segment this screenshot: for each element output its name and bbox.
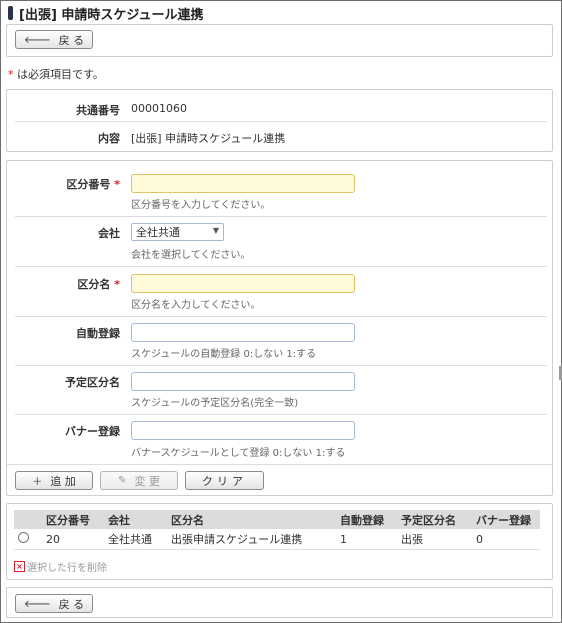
form-divider	[15, 316, 547, 317]
required-note: * は必須項目です。	[8, 66, 104, 82]
schedule-type-hint: スケジュールの予定区分名(完全一致)	[131, 398, 299, 409]
field-label-company: 会社	[98, 227, 120, 240]
back-button-label: 戻 る	[58, 597, 85, 611]
pencil-icon: ✎	[118, 475, 127, 486]
arrow-left-icon: 🡐	[23, 34, 51, 46]
form-divider	[15, 216, 547, 217]
column-header: バナー登録	[472, 510, 540, 529]
content-label: 内容	[98, 132, 120, 145]
cell-company: 全社共通	[104, 529, 167, 550]
company-select[interactable]: 全社共通 ▼	[131, 223, 224, 241]
back-button-bottom[interactable]: 🡐 戻 る	[15, 594, 93, 613]
column-header: 区分名	[167, 510, 336, 529]
required-mark: *	[114, 178, 120, 191]
cell-kubun-no: 20	[42, 529, 104, 550]
column-header: 区分番号	[42, 510, 104, 529]
column-header: 自動登録	[336, 510, 397, 529]
clear-button[interactable]: クリア	[185, 471, 264, 490]
delete-selected-link[interactable]: × 選択した行を削除	[14, 559, 107, 574]
cell-auto-register: 1	[336, 529, 397, 550]
row-select-cell[interactable]	[14, 529, 42, 550]
form-divider	[15, 365, 547, 366]
form-divider	[15, 414, 547, 415]
common-no-label: 共通番号	[76, 104, 120, 117]
back-button-top[interactable]: 🡐 戻 る	[15, 30, 93, 49]
page-header: [出張] 申請時スケジュール連携	[8, 4, 204, 23]
edit-button[interactable]: ✎ 変 更	[100, 471, 178, 490]
bottom-button-bar: 🡐 戻 る	[6, 587, 553, 618]
cell-kubun-name: 出張申請スケジュール連携	[167, 529, 336, 550]
page-title: [出張] 申請時スケジュール連携	[19, 7, 204, 23]
arrow-left-icon: 🡐	[23, 598, 51, 610]
cell-schedule-type: 出張	[397, 529, 472, 550]
field-label-kubun-name: 区分名 *	[7, 276, 120, 292]
banner-register-hint: バナースケジュールとして登録 0:しない 1:する	[131, 448, 346, 459]
delete-x-icon: ×	[14, 561, 25, 572]
info-panel: 共通番号 00001060 内容 [出張] 申請時スケジュール連携	[6, 89, 553, 152]
field-label-text: 区分名	[77, 278, 111, 291]
auto-register-hint: スケジュールの自動登録 0:しない 1:する	[131, 349, 317, 360]
kubun-name-hint: 区分名を入力してください。	[131, 300, 261, 311]
schedule-type-input[interactable]	[131, 372, 355, 391]
field-label-kubun-no: 区分番号 *	[7, 176, 120, 192]
required-note-text: は必須項目です。	[13, 68, 104, 81]
field-label-text: 区分番号	[66, 178, 111, 191]
column-header: 予定区分名	[397, 510, 472, 529]
kubun-no-input[interactable]	[131, 174, 355, 193]
form-divider	[7, 464, 552, 465]
field-label-banner-register: バナー登録	[65, 425, 120, 438]
dropdown-arrow-icon: ▼	[212, 226, 219, 235]
table-row[interactable]: 20 全社共通 出張申請スケジュール連携 1 出張 0	[14, 529, 540, 550]
auto-register-input[interactable]	[131, 323, 355, 342]
edit-button-label: 変 更	[134, 474, 160, 488]
field-label-schedule-type: 予定区分名	[65, 376, 120, 389]
table-header-row: 区分番号 会社 区分名 自動登録 予定区分名 バナー登録	[14, 510, 540, 529]
title-marker-icon	[8, 6, 13, 20]
kubun-name-input[interactable]	[131, 274, 355, 293]
company-select-value: 全社共通	[136, 226, 180, 239]
cell-banner-register: 0	[472, 529, 540, 550]
form-divider	[15, 266, 547, 267]
column-header: 会社	[104, 510, 167, 529]
top-button-bar: 🡐 戻 る	[6, 24, 553, 57]
delete-selected-label: 選択した行を削除	[27, 563, 107, 574]
form-panel: 区分番号 * 区分番号を入力してください。 会社 全社共通 ▼ 会社を選択してく…	[6, 160, 553, 496]
kubun-no-hint: 区分番号を入力してください。	[131, 200, 271, 211]
select-column-header	[14, 510, 42, 529]
common-no-value: 00001060	[131, 102, 187, 115]
data-table: 区分番号 会社 区分名 自動登録 予定区分名 バナー登録 20 全社共通 出張申…	[14, 510, 540, 550]
plus-icon: ＋	[32, 477, 43, 488]
add-button-label: 追 加	[50, 474, 76, 488]
back-button-label: 戻 る	[58, 33, 85, 47]
add-button[interactable]: ＋ 追 加	[15, 471, 93, 490]
company-hint: 会社を選択してください。	[131, 250, 251, 261]
banner-register-input[interactable]	[131, 421, 355, 440]
required-mark: *	[114, 278, 120, 291]
clear-button-label: クリア	[202, 474, 247, 488]
row-radio[interactable]	[18, 532, 29, 543]
content-value: [出張] 申請時スケジュール連携	[131, 132, 286, 145]
field-label-auto-register: 自動登録	[76, 327, 120, 340]
info-divider	[15, 121, 547, 122]
